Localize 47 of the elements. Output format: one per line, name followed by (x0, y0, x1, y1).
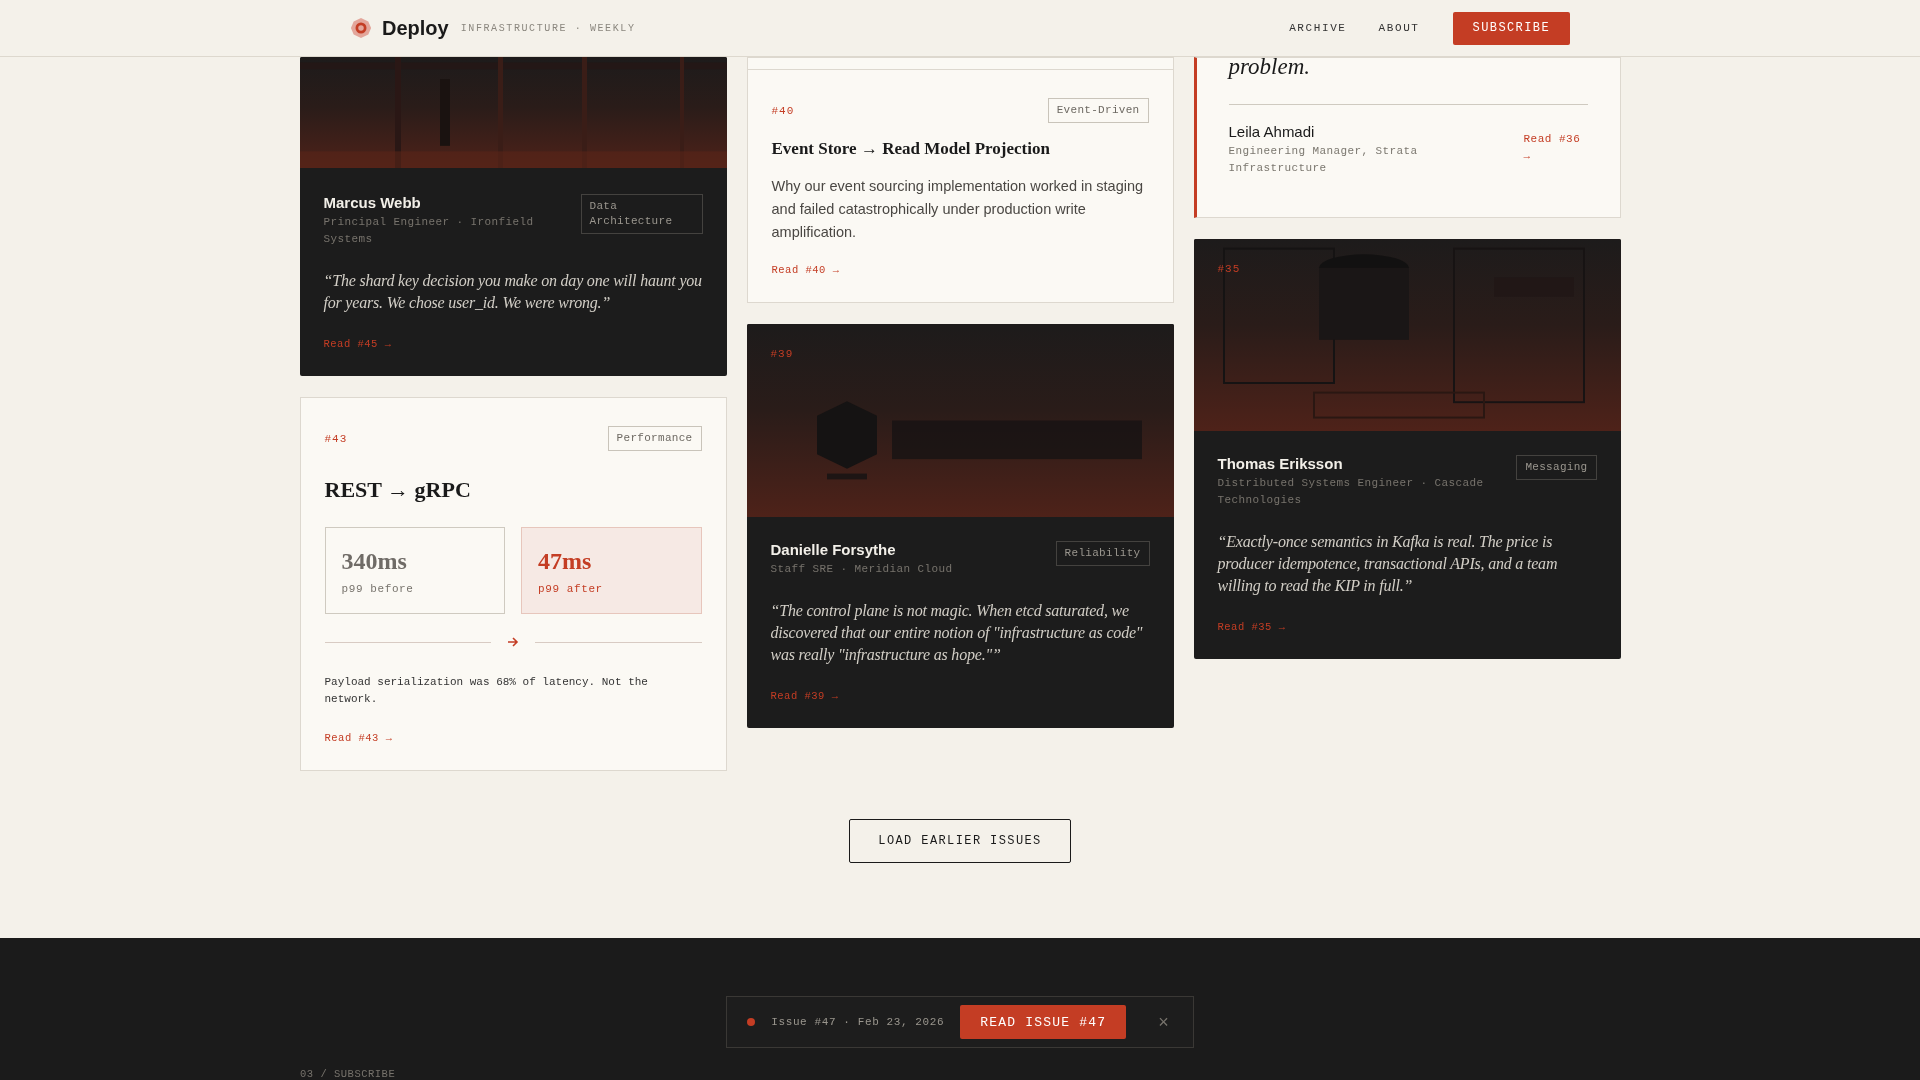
tagline: INFRASTRUCTURE · WEEKLY (460, 22, 636, 34)
issue-info: Issue #47 · Feb 23, 2026 (771, 1016, 945, 1028)
author-name: Thomas Eriksson (1217, 455, 1344, 472)
close-button[interactable]: × (1152, 1011, 1175, 1033)
quote-text: “The shard key decision you make on day one will haunt you for years. We chose user_id. We were wrong.” (323, 271, 703, 314)
metric-value: 47ms (538, 548, 593, 575)
author-role: Staff SRE · Meridian Cloud (770, 562, 953, 577)
read-issue-button[interactable]: READ ISSUE #47 (960, 1005, 1127, 1039)
quote-text: “The control plane is not magic. When etcd saturated, we discovered that our entire notion of "infrastructure as code" was really "infrastructure as hope."” (770, 601, 1144, 666)
site-logo[interactable]: Deploy (382, 16, 449, 40)
issue-number: #35 (1217, 263, 1241, 275)
topic-tag: Event-Driven (1047, 98, 1149, 123)
subscribe-button[interactable]: SUBSCRIBE (1452, 11, 1570, 45)
section-label: 03 / SUBSCRIBE (300, 1068, 397, 1080)
card-title: REST → gRPC (324, 477, 472, 503)
logo-icon[interactable] (350, 17, 372, 39)
issue-number: #39 (770, 348, 794, 360)
read-link[interactable]: Read #39 → (770, 690, 1150, 702)
nav-link[interactable]: ABOUT (1378, 22, 1420, 34)
summary-text: Why our event sourcing implementation worked in staging and failed catastrophically under production write amplification. (771, 177, 1145, 242)
nav-link[interactable]: ARCHIVE (1289, 22, 1347, 34)
read-link[interactable]: Read #43 → (324, 732, 702, 744)
read-link[interactable]: Read #35 → (1217, 621, 1597, 633)
note-text: Payload serialization was 68% of latency. Not the network. (324, 675, 649, 707)
topic-tag: Messaging (1516, 455, 1597, 480)
author-name: Leila Ahmadi (1228, 123, 1316, 140)
metric-label: p99 before (341, 583, 415, 595)
issue-number: #43 (324, 432, 348, 445)
card-title: Event Store → Read Model Projection (771, 139, 1051, 159)
read-link[interactable]: Read #45 → (323, 338, 703, 350)
author-role: Distributed Systems Engineer · Cascade Technologies (1217, 476, 1485, 508)
author-name: Danielle Forsythe (770, 541, 897, 558)
topic-tag: Data Architecture (580, 194, 703, 234)
read-link[interactable]: Read #36 → (1523, 131, 1588, 165)
author-name: Marcus Webb (323, 194, 422, 211)
status-dot-icon (747, 1018, 756, 1026)
load-more-button[interactable]: LOAD EARLIER ISSUES (849, 819, 1071, 863)
issue-number: #40 (771, 104, 795, 117)
topic-tag: Performance (607, 426, 702, 451)
arrow-icon (507, 636, 519, 648)
read-link[interactable]: Read #40 → (771, 264, 1149, 276)
topic-tag: Reliability (1055, 541, 1150, 566)
author-role: Principal Engineer · Ironfield Systems (323, 215, 535, 247)
quote-text: “Exactly-once semantics in Kafka is real. The price is producer idempotence, transactional APIs, and a team willing to read the KIP in full.” (1217, 532, 1559, 597)
metric-label: p99 after (538, 583, 604, 595)
metric-value: 340ms (341, 548, 408, 575)
author-role: Engineering Manager, Strata Infrastructure (1228, 144, 1419, 176)
